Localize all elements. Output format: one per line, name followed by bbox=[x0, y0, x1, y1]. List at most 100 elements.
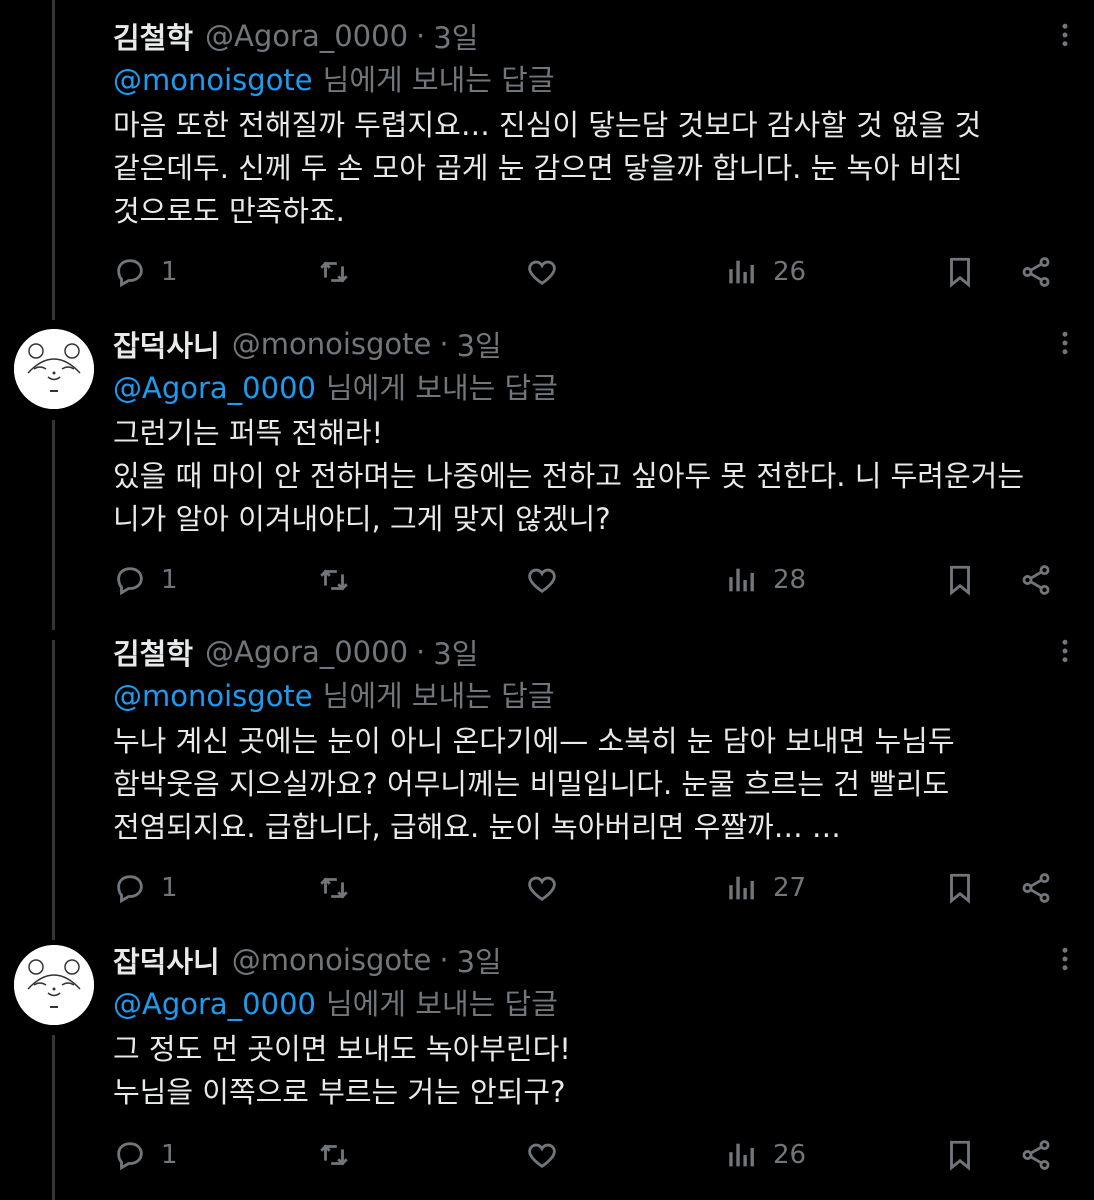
bookmark-button[interactable] bbox=[943, 863, 977, 913]
action-bar: 1 27 bbox=[113, 863, 1064, 913]
tweet-text-line: 있을 때 마이 안 전하며는 나중에는 전하고 싶아두 못 전한다. 니 두려운… bbox=[113, 459, 1025, 493]
timestamp[interactable]: 3일 bbox=[457, 939, 502, 981]
author-handle[interactable]: @monoisgote bbox=[232, 943, 432, 977]
timestamp[interactable]: 3일 bbox=[433, 15, 478, 57]
separator-dot: · bbox=[439, 943, 449, 977]
author-name[interactable]: 잡덕사니 bbox=[113, 939, 220, 981]
tweet-text: 마음 또한 전해질까 두렵지요… 진심이 닿는담 것보다 감사할 것 없을 것 … bbox=[113, 104, 1074, 233]
retweet-icon bbox=[320, 569, 348, 591]
share-icon bbox=[1022, 565, 1050, 595]
replying-suffix: 님에게 보내는 답글 bbox=[326, 987, 558, 1021]
reply-count: 1 bbox=[161, 565, 178, 595]
reply-button[interactable]: 1 bbox=[113, 1130, 178, 1180]
heart-icon bbox=[528, 568, 556, 594]
more-options-icon[interactable] bbox=[1050, 328, 1080, 358]
reply-mention-link[interactable]: @monoisgote bbox=[113, 679, 313, 713]
replying-suffix: 님에게 보내는 답글 bbox=[326, 371, 558, 405]
views-icon bbox=[729, 876, 754, 900]
views-button[interactable]: 26 bbox=[725, 1130, 806, 1180]
tweet-text-line: 것으로도 만족하죠. bbox=[113, 194, 345, 228]
retweet-button[interactable] bbox=[317, 863, 351, 913]
retweet-icon bbox=[320, 261, 348, 283]
tweet[interactable]: 김철학 @Agora_0000 · 3일 @monoisgote 님에게 보내는 … bbox=[0, 14, 1094, 314]
author-name[interactable]: 잡덕사니 bbox=[113, 323, 220, 365]
more-options-icon[interactable] bbox=[1050, 636, 1080, 666]
views-icon bbox=[729, 568, 754, 592]
tweet-content: 잡덕사니 @monoisgote · 3일 @Agora_0000 님에게 보내는… bbox=[113, 322, 1074, 541]
view-count: 28 bbox=[773, 565, 807, 595]
avatar[interactable] bbox=[14, 945, 94, 1025]
tweet[interactable]: 김철학 @Agora_0000 · 3일 @monoisgote 님에게 보내는 … bbox=[0, 630, 1094, 930]
reply-icon bbox=[117, 1142, 143, 1171]
author-handle[interactable]: @Agora_0000 bbox=[205, 19, 408, 53]
author-name[interactable]: 김철학 bbox=[113, 631, 193, 673]
tweet[interactable]: 잡덕사니 @monoisgote · 3일 @Agora_0000 님에게 보내는… bbox=[0, 322, 1094, 622]
bookmark-icon bbox=[950, 565, 970, 596]
author-name[interactable]: 김철학 bbox=[113, 15, 193, 57]
share-icon bbox=[1022, 257, 1050, 287]
retweet-button[interactable] bbox=[317, 555, 351, 605]
reply-mention-link[interactable]: @monoisgote bbox=[113, 63, 313, 97]
share-icon bbox=[1022, 1140, 1050, 1170]
tweet-content: 김철학 @Agora_0000 · 3일 @monoisgote 님에게 보내는 … bbox=[113, 630, 1074, 849]
views-button[interactable]: 28 bbox=[725, 555, 806, 605]
bookmark-icon bbox=[950, 1140, 970, 1171]
timestamp[interactable]: 3일 bbox=[457, 323, 502, 365]
views-button[interactable]: 27 bbox=[725, 863, 806, 913]
reply-count: 1 bbox=[161, 257, 178, 287]
reply-button[interactable]: 1 bbox=[113, 247, 178, 297]
tweet-text: 그 정도 먼 곳이면 보내도 녹아부린다! 누님을 이쪽으로 부르는 거는 안되… bbox=[113, 1028, 1074, 1114]
retweet-icon bbox=[320, 1144, 348, 1166]
view-count: 26 bbox=[773, 257, 807, 287]
like-button[interactable] bbox=[525, 247, 559, 297]
tweet-text-line: 그 정도 먼 곳이면 보내도 녹아부린다! bbox=[113, 1032, 571, 1066]
tweet-header: 김철학 @Agora_0000 · 3일 bbox=[113, 14, 1074, 58]
tweet-text-line: 니가 알아 이겨내야디, 그게 맞지 않겠니? bbox=[113, 502, 611, 536]
tweet-text-line: 누님을 이쪽으로 부르는 거는 안되구? bbox=[113, 1075, 566, 1109]
share-button[interactable] bbox=[1019, 863, 1053, 913]
like-button[interactable] bbox=[525, 1130, 559, 1180]
tweet-text: 그런기는 퍼뜩 전해라! 있을 때 마이 안 전하며는 나중에는 전하고 싶아두… bbox=[113, 412, 1074, 541]
bookmark-button[interactable] bbox=[943, 1130, 977, 1180]
tweet[interactable]: 잡덕사니 @monoisgote · 3일 @Agora_0000 님에게 보내는… bbox=[0, 938, 1094, 1200]
author-handle[interactable]: @Agora_0000 bbox=[205, 635, 408, 669]
reply-button[interactable]: 1 bbox=[113, 555, 178, 605]
bookmark-button[interactable] bbox=[943, 555, 977, 605]
panda-avatar-icon bbox=[14, 945, 94, 1025]
bookmark-button[interactable] bbox=[943, 247, 977, 297]
retweet-button[interactable] bbox=[317, 1130, 351, 1180]
separator-dot: · bbox=[416, 635, 426, 669]
tweet-text-line: 그런기는 퍼뜩 전해라! bbox=[113, 416, 384, 450]
tweet-content: 김철학 @Agora_0000 · 3일 @monoisgote 님에게 보내는 … bbox=[113, 14, 1074, 233]
action-bar: 1 26 bbox=[113, 1130, 1064, 1180]
tweet-text: 누나 계신 곳에는 눈이 아니 온다기에— 소복히 눈 담아 보내면 누님두 함… bbox=[113, 720, 1074, 849]
views-button[interactable]: 26 bbox=[725, 247, 806, 297]
reply-mention-link[interactable]: @Agora_0000 bbox=[113, 371, 316, 405]
share-button[interactable] bbox=[1019, 555, 1053, 605]
retweet-button[interactable] bbox=[317, 247, 351, 297]
share-button[interactable] bbox=[1019, 247, 1053, 297]
tweet-text-line: 전염되지요. 급합니다, 급해요. 눈이 녹아버리면 우짤까… … bbox=[113, 810, 841, 844]
like-button[interactable] bbox=[525, 555, 559, 605]
reply-mention-link[interactable]: @Agora_0000 bbox=[113, 987, 316, 1021]
more-options-icon[interactable] bbox=[1050, 944, 1080, 974]
avatar[interactable] bbox=[14, 329, 94, 409]
replying-to: @monoisgote 님에게 보내는 답글 bbox=[113, 674, 1074, 718]
reply-count: 1 bbox=[161, 1140, 178, 1170]
separator-dot: · bbox=[416, 19, 426, 53]
views-icon bbox=[729, 260, 754, 284]
retweet-icon bbox=[320, 877, 348, 899]
like-button[interactable] bbox=[525, 863, 559, 913]
views-icon bbox=[729, 1143, 754, 1167]
separator-dot: · bbox=[439, 327, 449, 361]
share-button[interactable] bbox=[1019, 1130, 1053, 1180]
author-handle[interactable]: @monoisgote bbox=[232, 327, 432, 361]
view-count: 27 bbox=[773, 873, 807, 903]
more-options-icon[interactable] bbox=[1050, 20, 1080, 50]
tweet-text-line: 같은데두. 신께 두 손 모아 곱게 눈 감으면 닿을까 합니다. 눈 녹아 비… bbox=[113, 151, 963, 185]
tweet-header: 잡덕사니 @monoisgote · 3일 bbox=[113, 938, 1074, 982]
reply-button[interactable]: 1 bbox=[113, 863, 178, 913]
bookmark-icon bbox=[950, 873, 970, 904]
tweet-content: 잡덕사니 @monoisgote · 3일 @Agora_0000 님에게 보내는… bbox=[113, 938, 1074, 1114]
timestamp[interactable]: 3일 bbox=[433, 631, 478, 673]
